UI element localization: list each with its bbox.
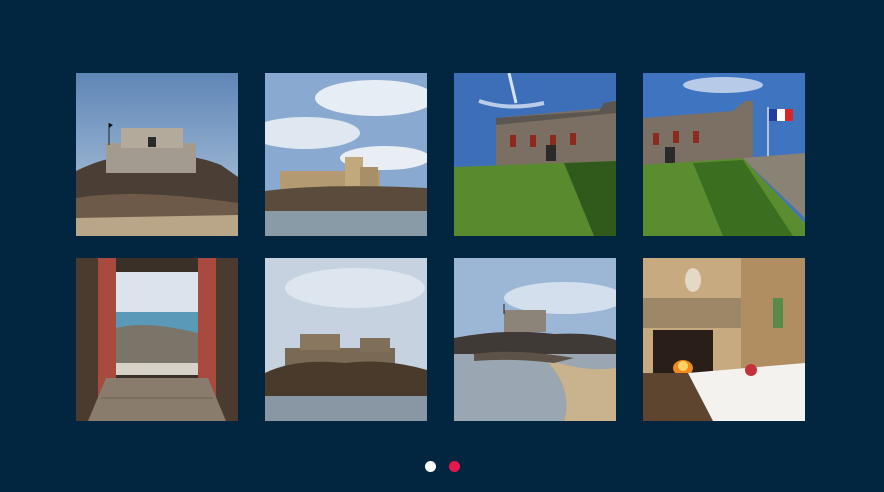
gallery-image-6[interactable] xyxy=(265,258,427,421)
pagination-dots xyxy=(0,461,884,472)
gallery-image-2[interactable] xyxy=(265,73,427,236)
fort-beach-image xyxy=(454,258,616,421)
gallery-image-3[interactable] xyxy=(454,73,616,236)
gallery-image-7[interactable] xyxy=(454,258,616,421)
gallery-image-8[interactable] xyxy=(643,258,805,421)
page-dot-1[interactable] xyxy=(424,461,436,472)
photo-gallery xyxy=(76,73,805,421)
fort-on-rocks-image xyxy=(76,73,238,236)
page-dot-2-active[interactable] xyxy=(448,461,460,472)
fort-on-island-image xyxy=(265,258,427,421)
gallery-image-1[interactable] xyxy=(76,73,238,236)
barracks-building-image xyxy=(454,73,616,236)
gallery-image-5[interactable] xyxy=(76,258,238,421)
gallery-image-4[interactable] xyxy=(643,73,805,236)
doorway-view-image xyxy=(76,258,238,421)
dining-room-image xyxy=(643,258,805,421)
barracks-with-flag-image xyxy=(643,73,805,236)
fort-across-water-image xyxy=(265,73,427,236)
